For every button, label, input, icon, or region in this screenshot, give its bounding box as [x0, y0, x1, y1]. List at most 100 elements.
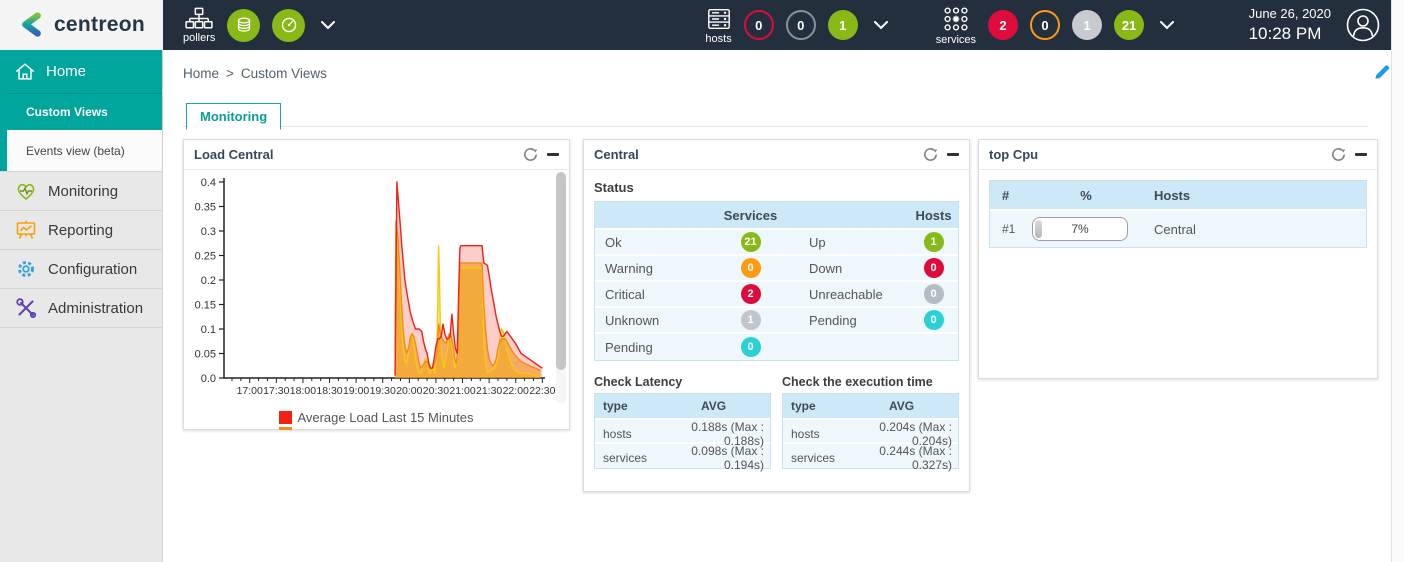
hosts-status-badge[interactable]: 0 [744, 10, 774, 40]
services-status-badge[interactable]: 1 [1072, 10, 1102, 40]
services-dropdown-chevron[interactable] [1160, 21, 1174, 30]
services-button[interactable]: services [936, 5, 976, 46]
status-count-badge[interactable]: 0 [741, 337, 761, 357]
svg-text:17:30: 17:30 [263, 385, 289, 397]
chevron-down-icon [1160, 21, 1174, 30]
status-row: Warning 0 Down 0 [595, 256, 958, 282]
pollers-button[interactable]: pollers [183, 7, 215, 44]
widget-scrollbar[interactable] [556, 172, 566, 404]
status-count-badge[interactable]: 0 [924, 284, 944, 304]
edit-view-button[interactable] [1373, 62, 1392, 86]
cpu-usage-bar: 7% [1032, 217, 1128, 241]
heart-pulse-icon [14, 179, 38, 203]
status-count-badge[interactable]: 0 [924, 258, 944, 278]
status-label: Up [799, 235, 907, 250]
status-row: Pending0 [595, 334, 958, 360]
sidebar-item-home[interactable]: Home [0, 50, 162, 93]
panel-central: Central Status Services Hosts [583, 139, 970, 492]
col-avg: AVG [845, 399, 958, 413]
services-status-group: services 201 21 [936, 5, 1174, 46]
refresh-icon[interactable] [1331, 147, 1346, 162]
load-central-chart: 0.00.050.10.150.20.250.30.350.417:0017:3… [184, 170, 569, 412]
top-header: centreon pollers [0, 0, 1391, 50]
tab-monitoring[interactable]: Monitoring [186, 103, 281, 130]
svg-text:0.1: 0.1 [201, 324, 216, 336]
svg-text:18:00: 18:00 [290, 385, 316, 397]
page-scrollbar[interactable] [1391, 0, 1404, 562]
hosts-label: hosts [705, 33, 731, 45]
sidebar-item-reporting[interactable]: Reporting [0, 210, 162, 249]
table-row: #1 7% Central [990, 211, 1366, 247]
latency-status-button[interactable] [272, 9, 305, 42]
status-count-badge[interactable]: 21 [741, 232, 761, 252]
svg-text:20:00: 20:00 [396, 385, 422, 397]
sidebar-item-monitoring[interactable]: Monitoring [0, 171, 162, 210]
status-table-header: Services Hosts [595, 202, 958, 230]
check-latency-table: type AVG hosts0.188s (Max : 0.188s)servi… [594, 393, 771, 469]
check-execution-block: Check the execution time type AVG hosts0… [782, 375, 959, 469]
services-status-badge[interactable]: 2 [988, 10, 1018, 40]
minimize-icon[interactable] [947, 153, 959, 156]
sidebar-item-events-view-beta[interactable]: Events view (beta) [0, 130, 162, 171]
status-label: Warning [595, 261, 702, 276]
minimize-icon[interactable] [1355, 153, 1367, 156]
check-execution-title: Check the execution time [782, 375, 959, 389]
tab-underline [183, 126, 1368, 127]
services-badges: 201 21 [988, 10, 1144, 40]
load-chart-area: 0.00.050.10.150.20.250.30.350.417:0017:3… [184, 170, 569, 412]
main-content: Home>Custom Views Monitoring Load Centra… [163, 50, 1391, 562]
scrollbar-thumb[interactable] [556, 172, 566, 370]
chevron-down-icon [321, 21, 335, 30]
svg-text:19:00: 19:00 [343, 385, 369, 397]
col-hosts: Hosts [1142, 188, 1366, 203]
current-time: 10:28 PM [1249, 23, 1331, 44]
services-status-badge[interactable]: 21 [1114, 10, 1144, 40]
sidebar-item-configuration[interactable]: Configuration [0, 249, 162, 288]
table-row: hosts0.188s (Max : 0.188s) [595, 420, 770, 444]
services-label: services [936, 34, 976, 46]
sidebar-item-label: Events view (beta) [26, 144, 125, 158]
svg-text:19:30: 19:30 [370, 385, 396, 397]
legend-next-item-peek [279, 427, 292, 430]
legend-label: Average Load Last 15 Minutes [297, 410, 473, 425]
status-count-badge[interactable]: 0 [924, 310, 944, 330]
current-date: June 26, 2020 [1249, 6, 1331, 22]
user-menu-button[interactable] [1345, 7, 1381, 43]
status-count-badge[interactable]: 2 [741, 284, 761, 304]
status-count-badge[interactable]: 1 [741, 310, 761, 330]
refresh-icon[interactable] [923, 147, 938, 162]
svg-text:18:30: 18:30 [316, 385, 342, 397]
centreon-logo[interactable]: centreon [0, 0, 163, 50]
hosts-button[interactable]: hosts [705, 6, 731, 45]
table-row: services0.098s (Max : 0.194s) [595, 444, 770, 468]
status-count-badge[interactable]: 0 [741, 258, 761, 278]
refresh-icon[interactable] [523, 147, 538, 162]
pollers-group: pollers [183, 7, 335, 44]
sidebar-item-administration[interactable]: Administration [0, 288, 162, 327]
services-status-badge[interactable]: 0 [1030, 10, 1060, 40]
check-latency-block: Check Latency type AVG hosts0.188s (Max … [594, 375, 771, 469]
database-status-button[interactable] [227, 9, 260, 42]
sidebar-item-custom-views[interactable]: Custom Views [0, 93, 162, 130]
breadcrumb-custom-views[interactable]: Custom Views [241, 66, 327, 81]
sidebar-item-label: Monitoring [48, 183, 118, 200]
breadcrumb-home[interactable]: Home [183, 66, 219, 81]
status-count-badge[interactable]: 1 [924, 232, 944, 252]
sidebar: Home Custom Views Events view (beta) Mon… [0, 50, 163, 562]
svg-text:0.3: 0.3 [201, 226, 216, 238]
database-icon [233, 14, 255, 36]
pollers-dropdown-chevron[interactable] [321, 21, 335, 30]
hosts-server-icon [706, 6, 732, 32]
hosts-dropdown-chevron[interactable] [874, 21, 888, 30]
hosts-badges: 001 [744, 10, 858, 40]
sidebar-footer-divider [0, 327, 162, 328]
minimize-icon[interactable] [547, 153, 559, 156]
status-label: Down [799, 261, 907, 276]
svg-text:0.4: 0.4 [201, 177, 216, 189]
status-label: Critical [595, 287, 702, 302]
hosts-status-badge[interactable]: 1 [828, 10, 858, 40]
hosts-status-group: hosts 001 [705, 6, 887, 45]
user-profile-icon [1345, 7, 1381, 43]
hosts-status-badge[interactable]: 0 [786, 10, 816, 40]
check-latency-title: Check Latency [594, 375, 771, 389]
